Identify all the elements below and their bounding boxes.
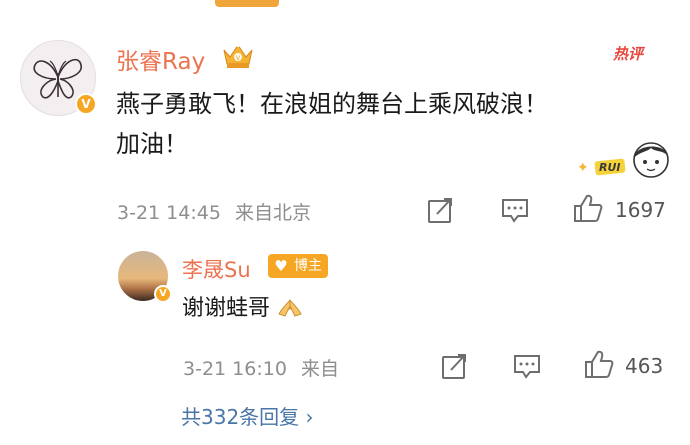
comment-username[interactable]: 张睿Ray bbox=[116, 42, 205, 76]
comment-meta: 3-21 14:45 来自北京 bbox=[117, 198, 311, 225]
share-icon[interactable] bbox=[440, 352, 470, 380]
comment-icon[interactable] bbox=[500, 196, 530, 224]
avatar[interactable]: V bbox=[20, 40, 97, 116]
blogger-badge: ♥ 博主 bbox=[268, 254, 328, 278]
like-icon[interactable] bbox=[572, 193, 604, 223]
reply-location: 来自 bbox=[300, 358, 339, 380]
like-count: 1697 bbox=[615, 198, 666, 222]
reply-avatar[interactable]: V bbox=[118, 251, 172, 303]
share-icon[interactable] bbox=[426, 196, 456, 224]
verified-icon: V bbox=[75, 93, 97, 115]
top-drag-indicator bbox=[215, 0, 279, 7]
reply-text-content: 谢谢蛙哥 bbox=[182, 296, 271, 321]
avatar-sticker-icon: ✦ RUI bbox=[577, 142, 669, 178]
crown-icon: V bbox=[223, 43, 253, 68]
pray-hands-emoji bbox=[278, 299, 302, 317]
comment-timestamp: 3-21 14:45 bbox=[117, 202, 221, 224]
comment-text-line: 燕子勇敢飞！在浪姐的舞台上乘风破浪！ bbox=[116, 90, 548, 118]
verified-icon: V bbox=[154, 285, 172, 303]
heart-badge-icon: ♥ bbox=[274, 257, 288, 275]
like-icon[interactable] bbox=[583, 349, 615, 379]
like-count: 463 bbox=[625, 354, 664, 378]
hot-comment-tag: 热评 bbox=[613, 45, 644, 63]
blogger-badge-label: 博主 bbox=[294, 258, 322, 274]
reply-username[interactable]: 李晟Su bbox=[182, 254, 251, 284]
reply-text: 谢谢蛙哥 bbox=[182, 292, 303, 326]
svg-text:✦: ✦ bbox=[577, 160, 589, 176]
more-replies-link[interactable]: 共332条回复 › bbox=[181, 401, 314, 430]
reply-timestamp: 3-21 16:10 bbox=[183, 358, 287, 380]
comment-icon[interactable] bbox=[512, 352, 542, 380]
comment-location: 来自北京 bbox=[234, 202, 311, 224]
reply-meta: 3-21 16:10 来自 bbox=[183, 354, 339, 381]
sticker-text: RUI bbox=[599, 161, 621, 174]
